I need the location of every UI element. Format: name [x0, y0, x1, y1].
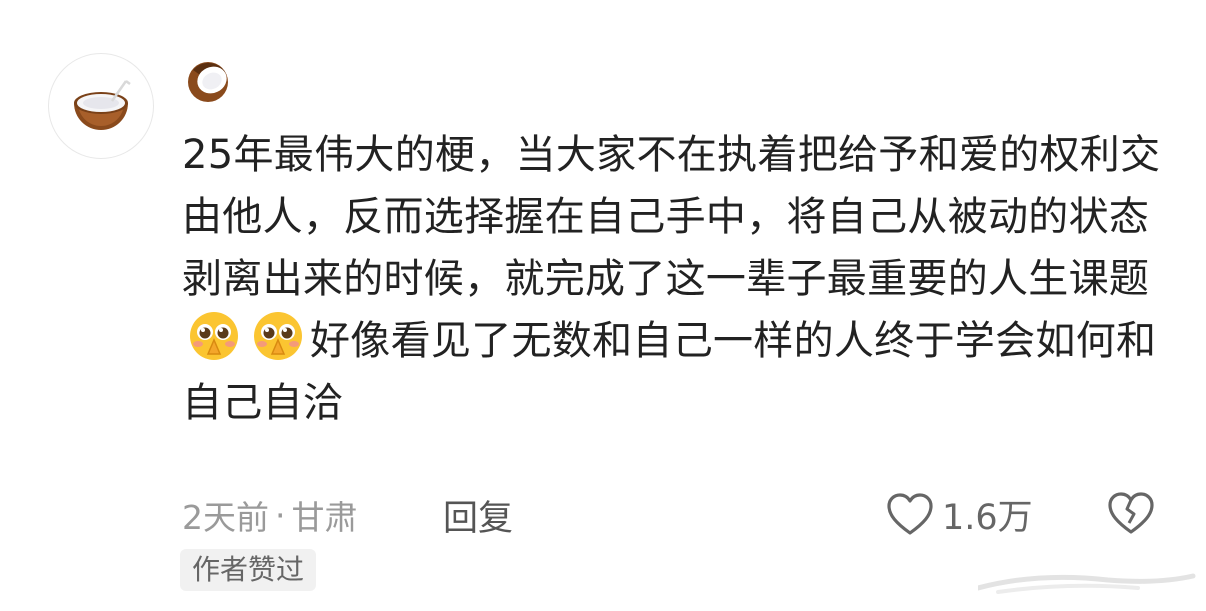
pleading-hands-emoji-icon — [254, 312, 302, 360]
heart-icon — [887, 493, 933, 535]
like-count: 1.6万 — [942, 497, 1033, 538]
like-button[interactable]: 1.6万 — [886, 490, 1033, 538]
pleading-hands-emoji-icon — [190, 312, 238, 360]
meta-separator: · — [275, 495, 286, 535]
author-liked-badge: 作者赞过 — [180, 549, 317, 591]
coconut-icon — [74, 80, 131, 130]
broken-heart-icon[interactable] — [1106, 490, 1156, 536]
comment-time: 2天前 — [182, 498, 269, 537]
comment-text-part-2: 好像看见了无数和自己一样的人终于学会如何和自己自洽 — [182, 318, 1157, 426]
coconut-icon — [188, 62, 228, 102]
comment-location: 甘肃 — [291, 498, 358, 537]
comment-meta: 2天前 · 甘肃 — [182, 492, 358, 538]
avatar[interactable] — [48, 53, 154, 159]
reply-button[interactable]: 回复 — [443, 492, 513, 539]
comment-text-part-1: 25年最伟大的梗，当大家不在执着把给予和爱的权利交由他人，反而选择握在自己手中，… — [182, 132, 1161, 302]
watermark-icon — [978, 573, 1196, 594]
comment-text: 25年最伟大的梗，当大家不在执着把给予和爱的权利交由他人，反而选择握在自己手中，… — [182, 124, 1172, 434]
